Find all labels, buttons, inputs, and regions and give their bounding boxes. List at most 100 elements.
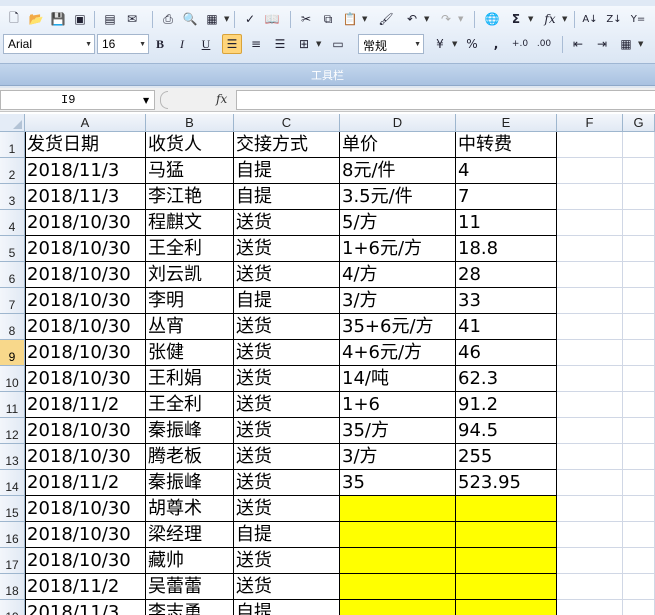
cell-e19[interactable] [456, 600, 557, 615]
cell-g5[interactable] [623, 236, 655, 262]
increase-indent-icon[interactable]: ⇥ [592, 34, 612, 54]
cell-c12[interactable]: 送货 [234, 418, 340, 444]
name-box[interactable]: I9 [0, 90, 155, 110]
cell-e9[interactable]: 46 [456, 340, 557, 366]
cell-d3[interactable]: 3.5元/件 [340, 184, 456, 210]
cell-a6[interactable]: 2018/10/30 [25, 262, 146, 288]
cell-a10[interactable]: 2018/10/30 [25, 366, 146, 392]
row-header-19[interactable]: 19 [0, 600, 25, 615]
cell-d11[interactable]: 1+6 [340, 392, 456, 418]
row-header-16[interactable]: 16 [0, 522, 25, 548]
chevron-down-icon[interactable]: ▼ [362, 15, 367, 23]
cell-c6[interactable]: 送货 [234, 262, 340, 288]
column-header-a[interactable]: A [25, 114, 146, 132]
cell-d12[interactable]: 35/方 [340, 418, 456, 444]
underline-button[interactable]: U [196, 34, 216, 54]
cell-c19[interactable]: 自提 [234, 600, 340, 615]
cell-g13[interactable] [623, 444, 655, 470]
cell-c2[interactable]: 自提 [234, 158, 340, 184]
cell-c7[interactable]: 自提 [234, 288, 340, 314]
cell-c5[interactable]: 送货 [234, 236, 340, 262]
cell-g3[interactable] [623, 184, 655, 210]
cell-b14[interactable]: 秦振峰 [146, 470, 234, 496]
spelling-icon[interactable]: ✓ [240, 9, 260, 29]
column-header-d[interactable]: D [340, 114, 456, 132]
cell-d5[interactable]: 1+6元/方 [340, 236, 456, 262]
cell-f18[interactable] [557, 574, 623, 600]
row-header-5[interactable]: 5 [0, 236, 25, 262]
cell-b11[interactable]: 王全利 [146, 392, 234, 418]
new-file-icon[interactable]: 🗋 [4, 9, 24, 29]
cell-b2[interactable]: 马猛 [146, 158, 234, 184]
filter-icon[interactable]: Y= [628, 9, 648, 29]
cell-d13[interactable]: 3/方 [340, 444, 456, 470]
print-preview-icon[interactable]: 🔍 [180, 9, 200, 29]
font-name-combo[interactable]: Arial ▼ [3, 34, 95, 54]
cell-d4[interactable]: 5/方 [340, 210, 456, 236]
chevron-down-icon[interactable]: ▼ [139, 41, 146, 48]
row-header-9[interactable]: 9 [0, 340, 25, 366]
cell-e17[interactable] [456, 548, 557, 574]
cell-c13[interactable]: 送货 [234, 444, 340, 470]
cell-e11[interactable]: 91.2 [456, 392, 557, 418]
cell-c15[interactable]: 送货 [234, 496, 340, 522]
cell-b4[interactable]: 程麒文 [146, 210, 234, 236]
column-header-g[interactable]: G [623, 114, 655, 132]
email-icon[interactable]: ✉ [122, 9, 142, 29]
cell-g19[interactable] [623, 600, 655, 615]
cell-f6[interactable] [557, 262, 623, 288]
italic-button[interactable]: I [172, 34, 192, 54]
sort-ascending-icon[interactable]: A↓ [580, 9, 600, 29]
cell-b1[interactable]: 收货人 [146, 132, 234, 158]
row-header-2[interactable]: 2 [0, 158, 25, 184]
bold-button[interactable]: B [150, 34, 170, 54]
cell-e15[interactable] [456, 496, 557, 522]
cell-e6[interactable]: 28 [456, 262, 557, 288]
cell-d7[interactable]: 3/方 [340, 288, 456, 314]
comma-style-button[interactable]: , [486, 34, 506, 54]
cell-c11[interactable]: 送货 [234, 392, 340, 418]
cell-b3[interactable]: 李江艳 [146, 184, 234, 210]
sort-descending-icon[interactable]: Z↓ [604, 9, 624, 29]
chevron-down-icon[interactable]: ▼ [528, 15, 533, 23]
chevron-down-icon[interactable]: ▼ [316, 40, 321, 48]
redo-icon[interactable]: ↷ [436, 9, 456, 29]
chevron-down-icon[interactable]: ▼ [638, 40, 643, 48]
row-header-3[interactable]: 3 [0, 184, 25, 210]
cell-e1[interactable]: 中转费 [456, 132, 557, 158]
column-header-b[interactable]: B [146, 114, 234, 132]
cell-a17[interactable]: 2018/10/30 [25, 548, 146, 574]
cell-b18[interactable]: 吴蕾蕾 [146, 574, 234, 600]
column-header-c[interactable]: C [234, 114, 340, 132]
cell-b10[interactable]: 王利娟 [146, 366, 234, 392]
chevron-down-icon[interactable]: ▼ [224, 15, 229, 23]
print-icon[interactable]: ⎙ [158, 9, 178, 29]
row-header-18[interactable]: 18 [0, 574, 25, 600]
row-header-7[interactable]: 7 [0, 288, 25, 314]
cell-c16[interactable]: 自提 [234, 522, 340, 548]
cell-e16[interactable] [456, 522, 557, 548]
cell-b13[interactable]: 腾老板 [146, 444, 234, 470]
cell-c10[interactable]: 送货 [234, 366, 340, 392]
align-right-icon[interactable]: ☰ [270, 34, 290, 54]
copy-icon[interactable]: ⧉ [318, 9, 338, 29]
spreadsheet-grid[interactable]: ABCDEFGH 12345678910111213141516171819 发… [0, 114, 655, 615]
cell-b19[interactable]: 李志勇 [146, 600, 234, 615]
cell-b6[interactable]: 刘云凯 [146, 262, 234, 288]
decrease-indent-icon[interactable]: ⇤ [568, 34, 588, 54]
cell-d8[interactable]: 35+6元/方 [340, 314, 456, 340]
cell-f12[interactable] [557, 418, 623, 444]
cell-g12[interactable] [623, 418, 655, 444]
cell-d14[interactable]: 35 [340, 470, 456, 496]
permission-icon[interactable]: ▣ [70, 9, 90, 29]
cell-e8[interactable]: 41 [456, 314, 557, 340]
cell-g1[interactable] [623, 132, 655, 158]
cell-e10[interactable]: 62.3 [456, 366, 557, 392]
cell-g2[interactable] [623, 158, 655, 184]
column-header-e[interactable]: E [456, 114, 557, 132]
cell-e18[interactable] [456, 574, 557, 600]
save-icon[interactable]: 💾 [48, 9, 68, 29]
cell-f2[interactable] [557, 158, 623, 184]
cell-d17[interactable] [340, 548, 456, 574]
cell-c8[interactable]: 送货 [234, 314, 340, 340]
